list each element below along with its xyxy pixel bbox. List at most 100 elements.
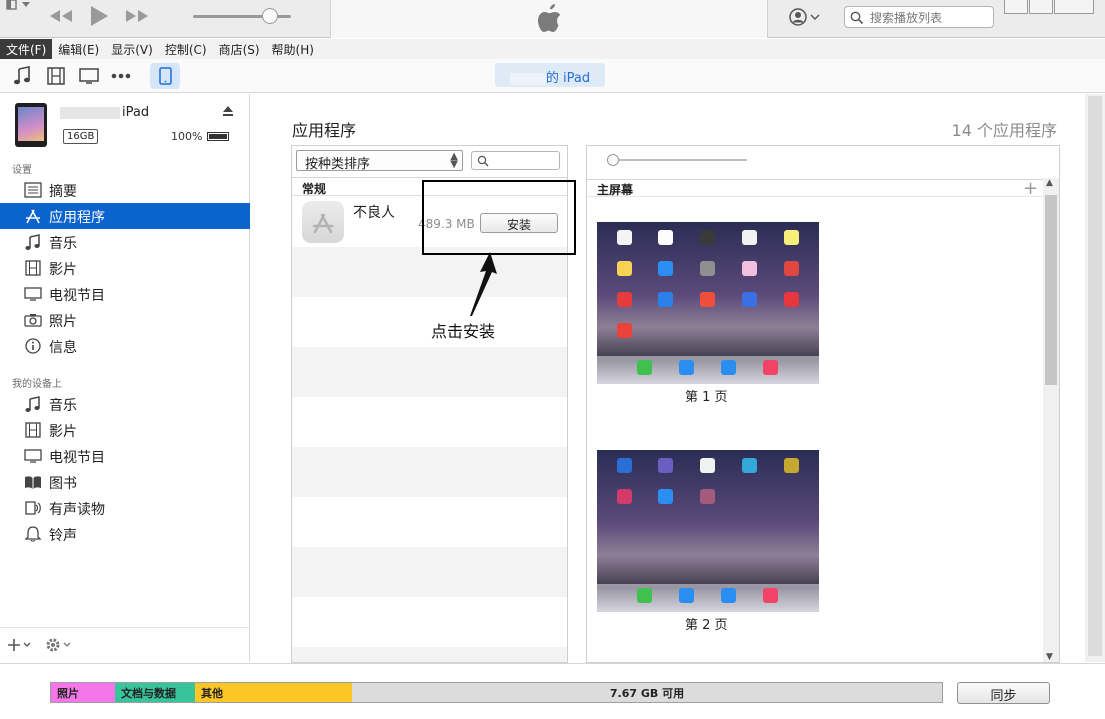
sidebar-item-tv[interactable]: 电视节目 [0, 281, 250, 307]
page-scrollbar[interactable] [1085, 94, 1105, 662]
battery-percent: 100% [171, 130, 203, 143]
camera-icon [24, 314, 42, 327]
minimize-button[interactable] [1004, 0, 1028, 14]
tv-icon [24, 287, 42, 301]
ipad-icon [159, 67, 172, 85]
capacity-badge: 16GB [63, 129, 99, 144]
capacity-segment-photos: 照片 [51, 683, 115, 702]
account-icon[interactable] [788, 7, 822, 27]
search-icon [477, 155, 489, 167]
summary-icon [24, 182, 42, 198]
maximize-button[interactable] [1029, 0, 1053, 14]
info-icon [25, 338, 41, 354]
dock [597, 584, 819, 612]
film-icon [25, 422, 41, 438]
annotation-text: 点击安装 [431, 322, 496, 341]
close-button[interactable] [1054, 0, 1094, 14]
add-icon[interactable] [7, 637, 35, 653]
capacity-segment-other: 其他 [195, 683, 352, 702]
capacity-bar: 照片 文档与数据 其他 7.67 GB 可用 [50, 682, 943, 703]
gear-icon[interactable] [44, 636, 74, 654]
menu-help[interactable]: 帮助(H) [266, 39, 320, 59]
device-name: iPad [60, 105, 149, 120]
sidebar-item-summary[interactable]: 摘要 [0, 177, 250, 203]
scroll-up-icon[interactable]: ▲ [1046, 178, 1053, 188]
sidebar-item-device-movies[interactable]: 影片 [0, 417, 250, 443]
apple-logo-icon [538, 4, 561, 32]
menu-controls[interactable]: 控制(C) [159, 39, 213, 59]
annotation-arrow-icon [470, 252, 497, 316]
music-icon [25, 234, 40, 250]
page-2-label: 第 2 页 [685, 618, 728, 633]
sidebar-item-device-books[interactable]: 图书 [0, 469, 250, 495]
search-input[interactable]: 搜索播放列表 [844, 6, 994, 28]
sidebar-footer [0, 627, 249, 662]
audiobook-icon [25, 501, 41, 515]
eject-icon[interactable] [222, 105, 234, 117]
list-row-empty [292, 397, 567, 447]
search-icon [850, 11, 864, 25]
updown-arrow-icon: ▲ ▼ [450, 151, 458, 170]
sort-select[interactable]: 按种类排序 ▲ ▼ [296, 150, 463, 172]
capacity-footer: 照片 文档与数据 其他 7.67 GB 可用 同步 [0, 663, 1105, 719]
sidebar-item-apps[interactable]: 应用程序 [0, 203, 250, 229]
tv-icon[interactable] [78, 66, 100, 86]
fast-forward-icon[interactable] [124, 8, 150, 24]
sidebar-item-device-ringtones[interactable]: 铃声 [0, 521, 250, 547]
battery-icon [207, 132, 229, 141]
volume-knob[interactable] [262, 8, 278, 24]
rewind-icon[interactable] [48, 8, 74, 24]
list-row-empty [292, 647, 567, 662]
capacity-free-space: 7.67 GB 可用 [352, 683, 942, 702]
settings-section-label: 设置 [12, 165, 32, 176]
dock [597, 356, 819, 384]
list-row-empty [292, 547, 567, 597]
home-screen-page-2[interactable] [597, 450, 819, 612]
list-row-empty [292, 297, 567, 347]
music-icon[interactable] [12, 66, 34, 86]
add-page-button[interactable]: + [1023, 178, 1038, 199]
bell-icon [24, 526, 42, 542]
sidebar-item-device-tv[interactable]: 电视节目 [0, 443, 250, 469]
list-row-empty [292, 497, 567, 547]
menu-view[interactable]: 显示(V) [105, 39, 159, 59]
sidebar: iPad 16GB 100% 设置 摘要 应用程序 音乐 影片 电视节目 照片 … [0, 94, 250, 662]
sidebar-item-movies[interactable]: 影片 [0, 255, 250, 281]
page-1-label: 第 1 页 [685, 390, 728, 405]
film-icon [25, 260, 41, 276]
film-icon[interactable] [45, 66, 67, 86]
device-button[interactable] [150, 63, 180, 89]
scroll-down-icon[interactable]: ▼ [1046, 652, 1053, 662]
menu-bar: 文件(F) 编辑(E) 显示(V) 控制(C) 商店(S) 帮助(H) [0, 39, 1105, 59]
home-screen-page-1[interactable] [597, 222, 819, 384]
home-screen-header: 主屏幕 [587, 179, 1059, 197]
book-icon [25, 476, 41, 489]
app-store-icon [302, 201, 344, 243]
menu-file[interactable]: 文件(F) [0, 39, 53, 59]
menu-store[interactable]: 商店(S) [213, 39, 266, 59]
zoom-knob[interactable] [607, 154, 619, 166]
on-device-section-label: 我的设备上 [12, 379, 62, 390]
sidebar-toggle-icon[interactable] [6, 0, 34, 12]
more-icon[interactable] [110, 66, 132, 86]
capacity-segment-docs: 文档与数据 [115, 683, 195, 702]
sidebar-item-music[interactable]: 音乐 [0, 229, 250, 255]
sidebar-item-device-audiobooks[interactable]: 有声读物 [0, 495, 250, 521]
home-screens-panel: 主屏幕 + 第 1 页 第 2 页 [586, 145, 1060, 663]
scroll-thumb[interactable] [1045, 195, 1057, 385]
device-tab[interactable]: 的 iPad [495, 63, 605, 87]
menu-edit[interactable]: 编辑(E) [52, 39, 105, 59]
sidebar-item-device-music[interactable]: 音乐 [0, 391, 250, 417]
list-row-empty [292, 347, 567, 397]
home-screens-scrollbar[interactable]: ▲ ▼ [1043, 178, 1059, 662]
annotation-highlight-box [422, 180, 576, 255]
app-search-input[interactable] [471, 151, 560, 170]
ipad-thumbnail [15, 103, 47, 147]
play-icon[interactable] [88, 4, 110, 28]
sidebar-item-photos[interactable]: 照片 [0, 307, 250, 333]
apps-icon [26, 209, 40, 224]
zoom-slider[interactable] [611, 159, 747, 161]
page-scroll-thumb[interactable] [1088, 96, 1102, 656]
sync-button[interactable]: 同步 [957, 682, 1050, 704]
sidebar-item-info[interactable]: 信息 [0, 333, 250, 359]
